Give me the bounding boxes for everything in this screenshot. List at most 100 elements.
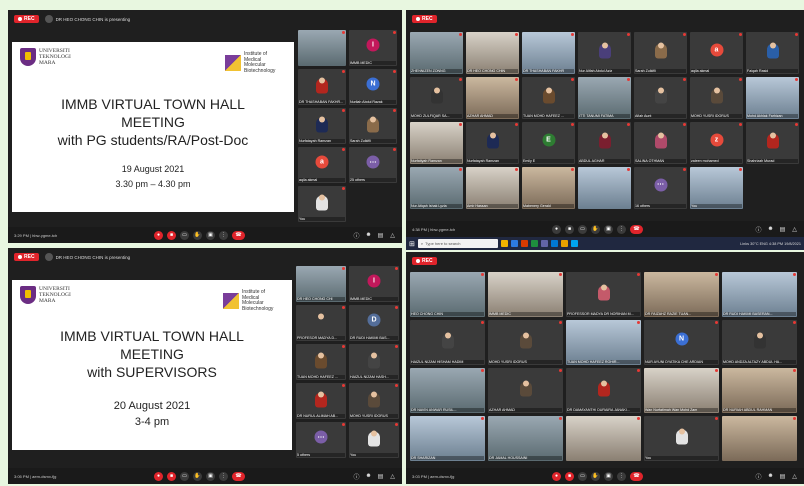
meet-icon[interactable]: [530, 240, 538, 247]
app-icon[interactable]: [560, 240, 568, 247]
participant-tile[interactable]: Faiqah Rasid: [746, 32, 799, 74]
camera-button[interactable]: ■: [167, 230, 176, 240]
participant-tile[interactable]: TUAN MOHD HAFEEZ ...: [522, 77, 575, 119]
participant-tile[interactable]: Nurfatiyah Ramzan: [410, 122, 463, 164]
info-icon[interactable]: ⓘ: [353, 473, 360, 481]
participant-tile[interactable]: ⋯ 5 others: [296, 422, 346, 458]
participant-tile[interactable]: MOHD YUSRI IDORUS: [690, 77, 743, 119]
more-options-button[interactable]: ⋮: [617, 471, 626, 481]
participant-tile[interactable]: DR JAMAL HOUSSAINI: [488, 416, 563, 461]
participant-tile[interactable]: E Emily E: [522, 122, 575, 164]
raise-hand-button[interactable]: ✋: [193, 471, 202, 481]
participant-tile[interactable]: MOHD YUSRI IDORUS: [349, 383, 399, 419]
participant-tile[interactable]: DR NURIAH ABDUL RAHMAN: [722, 368, 797, 413]
participant-tile[interactable]: DR HEO CHONG CHI: [296, 266, 346, 302]
people-icon[interactable]: ☻: [365, 232, 372, 239]
activities-icon[interactable]: △: [389, 473, 396, 480]
participant-tile[interactable]: D DR RUDI HAKIMI BAS...: [349, 305, 399, 341]
participant-tile[interactable]: DR RUDI HAKIMI BASERAN...: [722, 272, 797, 317]
participant-tile[interactable]: [298, 30, 346, 66]
more-options-button[interactable]: ⋮: [219, 230, 228, 240]
participant-tile[interactable]: DR THASHABAN FAKHR...: [298, 69, 346, 105]
captions-button[interactable]: ▭: [578, 224, 587, 234]
mic-button[interactable]: ●: [154, 230, 163, 240]
participant-tile[interactable]: Shahrizah Murad: [746, 122, 799, 164]
people-icon[interactable]: ☻: [365, 473, 372, 480]
participant-tile[interactable]: ZHENNIZEN ZONNG: [410, 32, 463, 74]
participant-tile[interactable]: ITTI TANUMI FATIMA: [578, 77, 631, 119]
mic-button[interactable]: ●: [154, 471, 163, 481]
participant-tile[interactable]: DR NURUL ALIMAH AB...: [296, 383, 346, 419]
edge-icon[interactable]: [550, 240, 558, 247]
participant-tile[interactable]: TUAN MOHD HAFEEZ ROHIR...: [566, 320, 641, 365]
participant-tile[interactable]: a aqila akmal: [690, 32, 743, 74]
participant-tile[interactable]: PROFESOR MADYA D...: [296, 305, 346, 341]
participant-tile[interactable]: ⋯ 16 others: [634, 167, 687, 209]
participant-tile[interactable]: DR NAVIN ANWAR RUSIL...: [410, 368, 485, 413]
activities-icon[interactable]: △: [389, 232, 396, 239]
present-button[interactable]: ▣: [604, 471, 613, 481]
more-options-button[interactable]: ⋮: [219, 471, 228, 481]
raise-hand-button[interactable]: ✋: [591, 224, 600, 234]
participant-tile[interactable]: Sarah Zulkifli: [634, 32, 687, 74]
people-icon[interactable]: ☻: [767, 473, 774, 480]
participant-tile[interactable]: ABDUL AGHAR: [578, 122, 631, 164]
taskbar-search[interactable]: ⌕ Type here to search: [417, 239, 498, 248]
participant-tile[interactable]: [578, 167, 631, 209]
info-icon[interactable]: ⓘ: [353, 232, 360, 240]
participant-tile[interactable]: I IMMB MEDIC: [349, 266, 399, 302]
participant-tile[interactable]: N NUR AYUNI DYATIKA CHE ARDIAN: [644, 320, 719, 365]
end-call-button[interactable]: ☎: [630, 224, 643, 234]
mic-button[interactable]: ●: [552, 224, 561, 234]
participant-tile[interactable]: DR FAIZAHZ RAZIE TUAN...: [644, 272, 719, 317]
captions-button[interactable]: ▭: [578, 471, 587, 481]
present-button[interactable]: ▣: [604, 224, 613, 234]
camera-button[interactable]: ■: [167, 471, 176, 481]
participant-tile[interactable]: z zaleen mohamed: [690, 122, 743, 164]
participant-tile[interactable]: [722, 416, 797, 461]
mic-button[interactable]: ●: [552, 471, 561, 481]
participant-tile[interactable]: [566, 416, 641, 461]
participant-tile[interactable]: MOHD ZULFIQAR SA...: [410, 77, 463, 119]
chat-icon[interactable]: ▤: [377, 232, 384, 239]
participant-tile[interactable]: DR DAMAYANTHI DURAIRA JANAKI...: [566, 368, 641, 413]
participant-tile[interactable]: TUAN MOHD HAFEEZ ...: [296, 344, 346, 380]
file-explorer-icon[interactable]: [500, 240, 508, 247]
people-icon[interactable]: ☻: [767, 226, 774, 233]
participant-tile[interactable]: You: [644, 416, 719, 461]
participant-tile[interactable]: You: [349, 422, 399, 458]
participant-tile[interactable]: Sarah Zulkifli: [349, 108, 397, 144]
participant-tile[interactable]: MOHD ANDZA ALTAZY ABDUL HA...: [722, 320, 797, 365]
participant-tile[interactable]: You: [690, 167, 743, 209]
camera-button[interactable]: ■: [565, 224, 574, 234]
participant-tile[interactable]: Afiah Aunt: [634, 77, 687, 119]
captions-button[interactable]: ▭: [180, 471, 189, 481]
chat-icon[interactable]: ▤: [779, 473, 786, 480]
info-icon[interactable]: ⓘ: [755, 473, 762, 481]
participant-tile[interactable]: IMMB MEDIC: [488, 272, 563, 317]
participant-tile[interactable]: ⋯ 25 others: [349, 147, 397, 183]
activities-icon[interactable]: △: [791, 226, 798, 233]
participant-tile[interactable]: Nurfatayah Ramzan: [298, 108, 346, 144]
participant-tile[interactable]: Wan Nurfatimah Wan Mohd Zam: [644, 368, 719, 413]
participant-tile[interactable]: AZHAR AHMAD: [466, 77, 519, 119]
participant-tile[interactable]: You: [298, 186, 346, 222]
participant-tile[interactable]: Mohd Akhlak Farhizan: [746, 77, 799, 119]
end-call-button[interactable]: ☎: [630, 471, 643, 481]
raise-hand-button[interactable]: ✋: [591, 471, 600, 481]
captions-button[interactable]: ▭: [180, 230, 189, 240]
participant-tile[interactable]: DR THASHABAN FAKHR: [522, 32, 575, 74]
raise-hand-button[interactable]: ✋: [193, 230, 202, 240]
participant-tile[interactable]: MOHD YUSRI IDORUS: [488, 320, 563, 365]
chat-icon[interactable]: ▤: [779, 226, 786, 233]
participant-tile[interactable]: N Nurliah Abdul Razak: [349, 69, 397, 105]
participant-tile[interactable]: HAIZUL NIZAM HISHAM HADIM: [410, 320, 485, 365]
participant-tile[interactable]: DR HEO CHONG CHIN: [466, 32, 519, 74]
participant-tile[interactable]: PROFESSOR MADYA DR NORIHAN M...: [566, 272, 641, 317]
participant-tile[interactable]: I IMMB MEDIC: [349, 30, 397, 66]
participant-tile[interactable]: HAIZUL NIZAM HASH...: [349, 344, 399, 380]
participant-tile[interactable]: Amir Hassan: [466, 167, 519, 209]
present-button[interactable]: ▣: [206, 471, 215, 481]
end-call-button[interactable]: ☎: [232, 471, 245, 481]
windows-start-icon[interactable]: ⊞: [409, 240, 415, 248]
